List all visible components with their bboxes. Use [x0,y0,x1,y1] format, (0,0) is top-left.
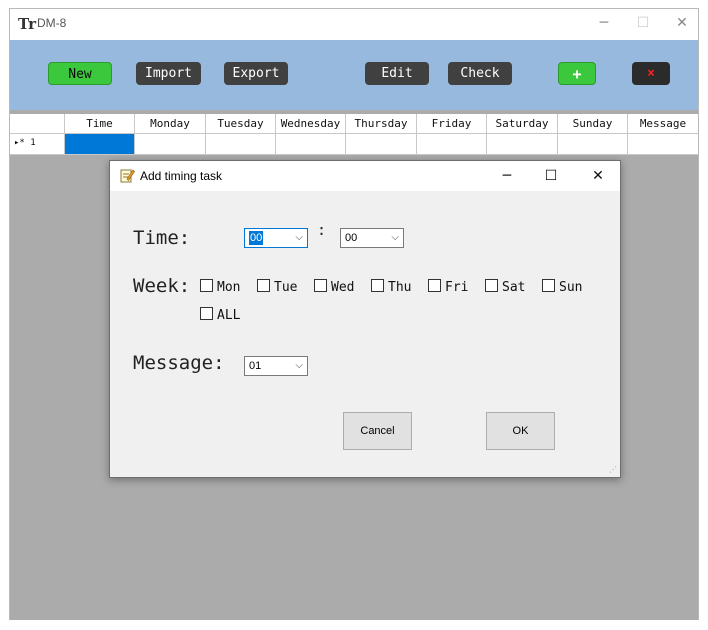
row-header[interactable]: ▸* 1 [10,134,65,154]
checkbox-box[interactable] [371,279,384,292]
table-cell[interactable] [558,134,628,154]
checkbox-box[interactable] [485,279,498,292]
minute-value: 00 [345,232,358,244]
checkbox-all[interactable]: ALL [200,307,240,323]
message-label: Message: [133,352,225,374]
checkbox-tue[interactable]: Tue [257,279,297,295]
table-cell-selected[interactable] [65,134,135,154]
toolbar: New Import Export Edit Check + × [10,40,698,110]
checkbox-label: Wed [331,280,355,295]
column-header[interactable]: Message [628,114,698,133]
dialog-title: Add timing task [140,169,223,183]
checkbox-box[interactable] [200,307,213,320]
add-button[interactable]: + [558,62,596,85]
column-header[interactable]: Tuesday [206,114,276,133]
message-select[interactable]: 01 ⌵ [244,356,308,376]
column-header[interactable]: Monday [135,114,206,133]
check-button[interactable]: Check [448,62,512,85]
table-cell[interactable] [276,134,346,154]
title-bar[interactable]: Tr DM-8 ─ ☐ ✕ [10,9,698,39]
checkbox-box[interactable] [200,279,213,292]
table-cell[interactable] [346,134,417,154]
table-cell[interactable] [417,134,487,154]
checkbox-mon[interactable]: Mon [200,279,240,295]
checkbox-box[interactable] [542,279,555,292]
checkbox-wed[interactable]: Wed [314,279,354,295]
checkbox-thu[interactable]: Thu [371,279,411,295]
cancel-button[interactable]: Cancel [343,412,412,450]
grid-header: Time Monday Tuesday Wednesday Thursday F… [10,114,698,134]
table-cell[interactable] [206,134,276,154]
time-separator: : [317,221,327,239]
checkbox-label: Fri [445,280,469,295]
checkbox-sat[interactable]: Sat [485,279,525,295]
dialog-close-button[interactable]: ✕ [585,166,611,186]
message-value: 01 [249,360,262,372]
delete-button[interactable]: × [632,62,670,85]
hour-value: 00 [249,231,264,245]
time-label: Time: [133,227,191,249]
dialog-maximize-button[interactable]: ☐ [538,166,564,186]
minimize-button[interactable]: ─ [592,13,616,33]
edit-button[interactable]: Edit [365,62,429,85]
table-cell[interactable] [135,134,206,154]
column-header[interactable]: Saturday [487,114,558,133]
app-icon: Tr [18,15,36,33]
column-header[interactable]: Thursday [346,114,417,133]
table-row[interactable]: ▸* 1 [10,134,698,155]
maximize-button[interactable]: ☐ [631,13,655,33]
checkbox-fri[interactable]: Fri [428,279,468,295]
checkbox-label: Sat [502,280,526,295]
checkbox-sun[interactable]: Sun [542,279,582,295]
new-button[interactable]: New [48,62,112,85]
close-button[interactable]: ✕ [670,13,694,33]
week-label: Week: [133,275,191,297]
table-cell[interactable] [628,134,698,154]
column-header[interactable]: Sunday [558,114,628,133]
checkbox-label: Thu [388,280,412,295]
notepad-edit-icon [120,169,135,183]
hour-select[interactable]: 00 ⌵ [244,228,308,248]
import-button[interactable]: Import [136,62,201,85]
checkbox-box[interactable] [314,279,327,292]
checkbox-box[interactable] [428,279,441,292]
column-header[interactable]: Friday [417,114,487,133]
checkbox-box[interactable] [257,279,270,292]
resize-grip-icon[interactable]: ⋰ [609,465,617,474]
export-button[interactable]: Export [224,62,288,85]
checkbox-label: Sun [559,280,583,295]
chevron-down-icon: ⌵ [295,232,303,243]
window-title: DM-8 [37,16,67,30]
column-header[interactable]: Wednesday [276,114,346,133]
chevron-down-icon: ⌵ [295,360,303,371]
minute-select[interactable]: 00 ⌵ [340,228,404,248]
table-cell[interactable] [487,134,558,154]
add-timing-task-dialog: Add timing task ─ ☐ ✕ Time: 00 ⌵ : 00 ⌵ … [109,160,621,478]
checkbox-label: ALL [217,308,241,323]
checkbox-label: Tue [274,280,298,295]
dialog-title-bar[interactable]: Add timing task ─ ☐ ✕ [110,161,620,191]
row-header-corner [10,114,65,133]
ok-button[interactable]: OK [486,412,555,450]
chevron-down-icon: ⌵ [391,232,399,243]
checkbox-label: Mon [217,280,241,295]
dialog-minimize-button[interactable]: ─ [494,166,520,186]
column-header[interactable]: Time [65,114,135,133]
